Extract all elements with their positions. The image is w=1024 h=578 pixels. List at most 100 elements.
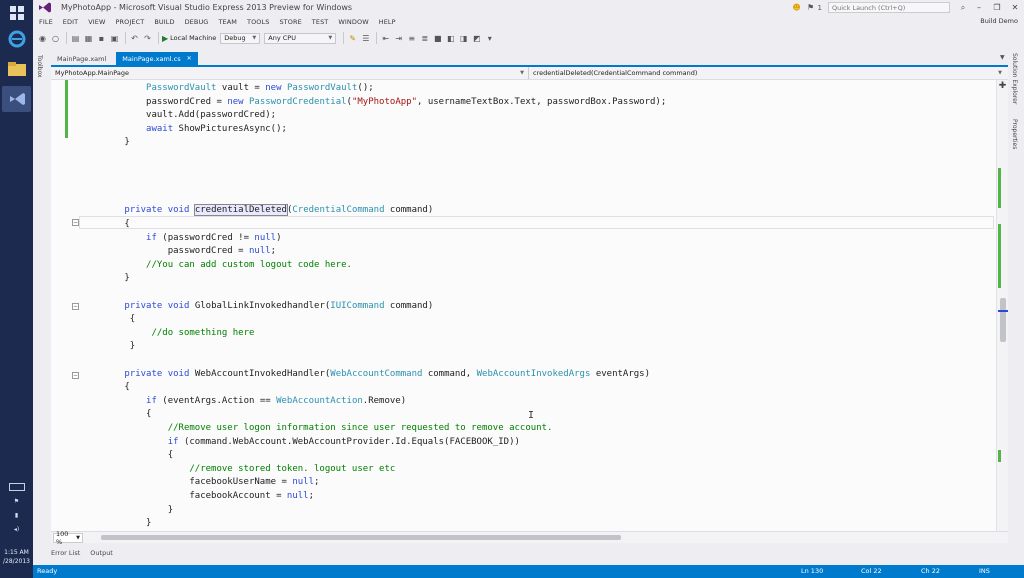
clock-time: 1:15 AM <box>4 549 29 556</box>
find-icon[interactable]: ✎ <box>347 33 358 44</box>
code-token: facebookAccount = <box>81 491 287 501</box>
menu-project[interactable]: PROJECT <box>116 18 145 26</box>
prev-bookmark-icon[interactable]: ◧ <box>445 33 456 44</box>
tab-error-list[interactable]: Error List <box>51 549 80 557</box>
menu-help[interactable]: HELP <box>379 18 396 26</box>
code-line: facebookUserName = null; <box>81 476 319 489</box>
window-title: MyPhotoApp - Microsoft Visual Studio Exp… <box>61 3 353 12</box>
windows-start-icon[interactable] <box>2 0 31 26</box>
account-name[interactable]: Build Demo <box>980 17 1018 25</box>
comment-icon[interactable]: ≡ <box>406 33 417 44</box>
tab-output[interactable]: Output <box>90 549 113 557</box>
toolbox-tab[interactable]: Toolbox <box>36 55 43 78</box>
menu-file[interactable]: FILE <box>39 18 53 26</box>
code-line: //You can add custom logout code here. <box>81 259 352 272</box>
redo-icon[interactable]: ↷ <box>142 33 153 44</box>
code-token: new <box>265 83 282 93</box>
member-select[interactable]: credentialDeleted(CredentialCommand comm… <box>529 67 1006 79</box>
minimize-button[interactable]: – <box>970 0 988 15</box>
code-token: ; <box>314 477 320 488</box>
clear-bookmarks-icon[interactable]: ◩ <box>471 33 482 44</box>
tab-label: MainPage.xaml.cs <box>122 54 181 63</box>
solution-explorer-tab[interactable]: Solution Explorer <box>1011 53 1018 104</box>
outline-collapse-icon[interactable]: − <box>72 372 79 379</box>
class-select[interactable]: MyPhotoApp.MainPage ▼ <box>51 67 529 79</box>
tab-mainpage-xaml[interactable]: MainPage.xaml <box>51 52 112 65</box>
platform-select[interactable]: Any CPU ▼ <box>264 32 337 44</box>
feedback-smiley-icon[interactable]: ☻ <box>790 2 804 14</box>
quick-launch-input[interactable] <box>828 2 950 13</box>
code-token: (passwordCred != <box>156 232 255 243</box>
menu-build[interactable]: BUILD <box>154 18 174 26</box>
new-project-icon[interactable]: ▤ <box>70 33 81 44</box>
split-window-icon[interactable]: ✚ <box>998 82 1007 91</box>
horizontal-scrollbar-thumb[interactable] <box>101 535 621 540</box>
code-line: if (command.WebAccount.WebAccountProvide… <box>81 436 520 449</box>
code-token: void <box>167 300 190 311</box>
code-text-area[interactable]: − − − PasswordVault vault = new Password… <box>51 80 996 531</box>
notifications-flag-icon[interactable]: ⚑ <box>804 2 818 14</box>
search-icon[interactable]: ⌕ <box>956 2 970 14</box>
navigate-forward-icon[interactable]: ○ <box>50 33 61 44</box>
volume-icon[interactable]: ◂) <box>0 522 33 536</box>
code-token: PasswordVault <box>146 83 217 93</box>
chevron-down-icon: ▼ <box>998 70 1002 76</box>
configuration-select[interactable]: Debug ▼ <box>220 32 261 44</box>
undo-icon[interactable]: ↶ <box>129 33 140 44</box>
network-icon[interactable]: ▮ <box>0 508 33 522</box>
toggle-comment-icon[interactable]: ☰ <box>360 33 371 44</box>
tray-flag-icon[interactable]: ⚑ <box>0 494 33 508</box>
code-token: WebAccountInvokedHandler( <box>189 368 331 379</box>
indent-icon[interactable]: ⇥ <box>393 33 404 44</box>
close-button[interactable]: ✕ <box>1006 0 1024 15</box>
save-all-icon[interactable]: ▣ <box>109 33 120 44</box>
menu-store[interactable]: STORE <box>279 18 301 26</box>
open-file-icon[interactable]: ▦ <box>83 33 94 44</box>
code-token: //You can add custom logout code here. <box>146 259 352 270</box>
outdent-icon[interactable]: ⇤ <box>380 33 391 44</box>
menu-team[interactable]: TEAM <box>218 18 237 26</box>
save-icon[interactable]: ▪ <box>96 33 107 44</box>
toolbar-separator <box>66 32 67 44</box>
class-value: MyPhotoApp.MainPage <box>55 69 130 77</box>
keyboard-icon[interactable] <box>0 480 33 494</box>
code-token: , usernameTextBox.Text, passwordBox.Pass… <box>417 96 667 107</box>
menu-test[interactable]: TEST <box>312 18 329 26</box>
properties-tab[interactable]: Properties <box>1011 119 1018 149</box>
vertical-scrollbar[interactable]: ✚ <box>996 80 1008 531</box>
menu-view[interactable]: VIEW <box>88 18 105 26</box>
toolbar-overflow-icon[interactable]: ▾ <box>484 33 495 44</box>
visual-studio-taskbar-icon[interactable] <box>2 86 31 112</box>
menu-edit[interactable]: EDIT <box>63 18 78 26</box>
zoom-select[interactable]: 100 % ▼ <box>53 530 83 546</box>
change-tracking-margin <box>65 80 68 531</box>
menu-debug[interactable]: DEBUG <box>185 18 209 26</box>
scrollbar-thumb[interactable] <box>1000 298 1006 342</box>
code-token: GlobalLinkInvokedhandler( <box>189 300 331 311</box>
restore-button[interactable]: ❐ <box>988 0 1006 15</box>
menu-tools[interactable]: TOOLS <box>247 18 269 26</box>
chevron-down-icon: ▼ <box>520 70 524 76</box>
uncomment-icon[interactable]: ≣ <box>419 33 430 44</box>
outline-collapse-icon[interactable]: − <box>72 219 79 226</box>
left-tool-strip: Toolbox <box>33 47 49 542</box>
code-line: passwordCred = new PasswordCredential("M… <box>81 96 666 109</box>
status-text: Ready <box>37 567 58 575</box>
tab-dropdown-icon[interactable]: ▼ <box>1000 54 1005 61</box>
close-tab-icon[interactable]: ✕ <box>187 55 192 62</box>
tab-mainpage-xaml-cs[interactable]: MainPage.xaml.cs ✕ <box>116 52 198 65</box>
code-line: private void credentialDeleted(Credentia… <box>81 204 433 217</box>
navigate-back-icon[interactable]: ◉ <box>37 33 48 44</box>
file-explorer-icon[interactable] <box>2 56 31 82</box>
bookmark-icon[interactable]: ■ <box>432 33 443 44</box>
internet-explorer-icon[interactable] <box>2 26 31 52</box>
taskbar-clock[interactable]: 1:15 AM /28/2013 <box>0 548 33 566</box>
menu-window[interactable]: WINDOW <box>338 18 368 26</box>
next-bookmark-icon[interactable]: ◨ <box>458 33 469 44</box>
outline-collapse-icon[interactable]: − <box>72 303 79 310</box>
start-debugging-button[interactable]: ▶ Local Machine <box>162 34 216 43</box>
